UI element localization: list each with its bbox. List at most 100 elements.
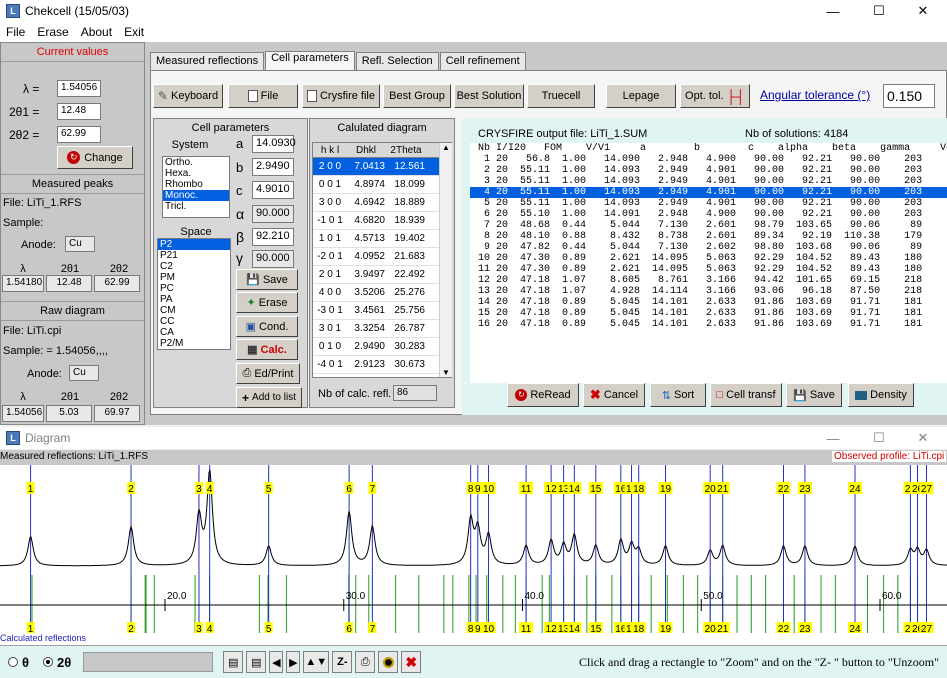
diagram-close-button[interactable]: ✕	[900, 427, 946, 449]
theta2-input[interactable]: 62.99	[57, 126, 101, 143]
calc-table-row[interactable]: 4 0 0 3.5206 25.276	[313, 284, 451, 302]
lepage-button[interactable]: Lepage	[606, 84, 676, 108]
system-list[interactable]: Ortho. Hexa. Rhombo Monoc. Tricl.	[162, 156, 230, 218]
lambda-input[interactable]: 1.54056	[57, 80, 101, 97]
crysfire-row[interactable]: 13 20 47.18 1.07 4.928 14.114 3.166 93.0…	[470, 286, 947, 297]
space-group-option[interactable]: CM	[158, 305, 230, 316]
diagram-svg[interactable]: 20.0 30.0 40.0 50.0 60.011223344556677889910…	[0, 465, 947, 633]
calc-table-row[interactable]: -3 0 1 3.4561 25.756	[313, 302, 451, 320]
calc-table-row[interactable]: 1 0 1 4.5713 19.402	[313, 230, 451, 248]
cancel-button[interactable]: ✖ Cancel	[583, 383, 645, 407]
tab-refl-selection[interactable]: Refl. Selection	[355, 52, 439, 70]
b-input[interactable]: 2.9490	[252, 158, 294, 176]
menu-erase[interactable]: Erase	[31, 25, 74, 39]
change-button[interactable]: ↻ Change	[57, 146, 133, 169]
cell-transf-button[interactable]: □ Cell transf	[710, 383, 782, 407]
alpha-input[interactable]: 90.000	[252, 205, 294, 223]
crysfire-list[interactable]: Nb I/I20 FOM V/V1 a b c alpha beta gamma…	[470, 143, 947, 383]
system-option[interactable]: Monoc.	[163, 190, 229, 201]
calc-table-row[interactable]: 3 0 0 4.6942 18.889	[313, 194, 451, 212]
crysfire-row[interactable]: 6 20 55.10 1.00 14.091 2.948 4.900 90.00…	[470, 209, 947, 220]
system-option[interactable]: Ortho.	[163, 157, 229, 168]
diagram-plot-area[interactable]: 20.0 30.0 40.0 50.0 60.0 1 1 2 2 3 3 4 4 5 5 6 6 7 7 8 8 9 9 10…	[0, 465, 947, 633]
opt-tol-button[interactable]: Opt. tol. ├┤	[680, 84, 750, 108]
space-group-option[interactable]: PA	[158, 294, 230, 305]
zoom-out-button[interactable]: Z-	[332, 651, 353, 673]
diagram-file-icon[interactable]: ▤	[223, 651, 244, 673]
file-button[interactable]: File	[228, 84, 298, 108]
space-group-option[interactable]: P21	[158, 250, 230, 261]
measured-anode-field[interactable]: Cu	[65, 236, 95, 252]
diagram-print-preview-icon[interactable]: ▤	[246, 651, 267, 673]
diagram-close-icon[interactable]: ✖	[401, 651, 422, 673]
menu-file[interactable]: File	[0, 25, 31, 39]
calc-table-scrollbar[interactable]: ▲ ▼	[439, 143, 452, 377]
crysfire-row[interactable]: 9 20 47.82 0.44 5.044 7.130 2.602 98.80 …	[470, 242, 947, 253]
system-option[interactable]: Rhombo	[163, 179, 229, 190]
system-option[interactable]: Hexa.	[163, 168, 229, 179]
calc-table-row[interactable]: -1 0 1 4.6820 18.939	[313, 212, 451, 230]
angular-tolerance-input[interactable]: 0.150	[883, 84, 935, 108]
beta-input[interactable]: 92.210	[252, 228, 294, 246]
space-group-option[interactable]: CC	[158, 316, 230, 327]
arrow-right-icon[interactable]: ▶	[286, 651, 301, 673]
theta1-input[interactable]: 12.48	[57, 103, 101, 120]
crysfire-row[interactable]: 5 20 55.11 1.00 14.093 2.949 4.901 90.00…	[470, 198, 947, 209]
calc-table-row[interactable]: -2 0 1 4.0952 21.683	[313, 248, 451, 266]
crysfire-row[interactable]: 10 20 47.30 0.89 2.621 14.095 5.063 92.2…	[470, 253, 947, 264]
calc-table-row[interactable]: 2 0 0 7.0413 12.561	[313, 158, 451, 176]
cell-edprint-button[interactable]: ⎙ Ed/Print	[236, 363, 300, 384]
scroll-up-icon[interactable]: ▲	[440, 143, 452, 152]
diagram-maximize-button[interactable]: ☐	[856, 427, 902, 449]
cell-addlist-button[interactable]: + Add to list	[236, 387, 302, 408]
twotheta-radio[interactable]	[43, 657, 54, 667]
best-group-button[interactable]: Best Group	[383, 84, 451, 108]
crysfire-row[interactable]: 14 20 47.18 0.89 5.045 14.101 2.633 91.8…	[470, 297, 947, 308]
tab-cell-refinement[interactable]: Cell refinement	[439, 52, 526, 70]
crysfire-file-button[interactable]: Crysfire file	[302, 84, 380, 108]
raw-anode-field[interactable]: Cu	[69, 365, 99, 381]
truecell-button[interactable]: Truecell	[527, 84, 595, 108]
scroll-down-icon[interactable]: ▼	[440, 368, 452, 377]
theta-radio[interactable]	[8, 657, 18, 667]
calc-table-row[interactable]: 2 0 1 3.9497 22.492	[313, 266, 451, 284]
space-group-option[interactable]: PM	[158, 272, 230, 283]
calc-table-row[interactable]: 0 0 1 4.8974 18.099	[313, 176, 451, 194]
density-button[interactable]: Density	[848, 383, 914, 407]
scale-updown-icon[interactable]: ▲▼	[303, 651, 330, 673]
reread-button[interactable]: ↻ ReRead	[507, 383, 579, 407]
menu-about[interactable]: About	[75, 25, 118, 39]
keyboard-button[interactable]: ✎ Keyboard	[153, 84, 223, 108]
cell-save-button[interactable]: 💾 Save	[236, 269, 298, 290]
diagram-minimize-button[interactable]: —	[810, 427, 856, 449]
space-group-option[interactable]: PC	[158, 283, 230, 294]
tab-cell-parameters[interactable]: Cell parameters	[265, 51, 355, 70]
gamma-input[interactable]: 90.000	[252, 250, 294, 268]
best-solution-button[interactable]: Best Solution	[454, 84, 524, 108]
minimize-button[interactable]: —	[810, 0, 856, 22]
crysfire-save-button[interactable]: 💾 Save	[786, 383, 842, 407]
crysfire-row[interactable]: 15 20 47.18 0.89 5.045 14.101 2.633 91.8…	[470, 308, 947, 319]
cell-erase-button[interactable]: ✦ Erase	[236, 292, 298, 313]
record-icon[interactable]	[378, 651, 399, 673]
maximize-button[interactable]: ☐	[856, 0, 902, 22]
space-group-list[interactable]: P2 P21 C2 PM PC PA CM CC CA P2/M	[157, 238, 231, 350]
tab-measured-reflections[interactable]: Measured reflections	[150, 52, 265, 70]
calc-table-row[interactable]: 0 1 0 2.9490 30.283	[313, 338, 451, 356]
crysfire-row[interactable]: 7 20 48.68 0.44 5.044 7.130 2.601 98.79 …	[470, 220, 947, 231]
calc-table-row[interactable]: -4 0 1 2.9123 30.673	[313, 356, 451, 374]
space-group-option[interactable]: P2	[158, 239, 230, 250]
crysfire-row[interactable]: 16 20 47.18 0.89 5.045 14.101 2.633 91.8…	[470, 319, 947, 330]
a-input[interactable]: 14.0930	[252, 135, 296, 153]
menu-exit[interactable]: Exit	[118, 25, 150, 39]
arrow-left-icon[interactable]: ◀	[269, 651, 284, 673]
system-option[interactable]: Tricl.	[163, 201, 229, 212]
c-input[interactable]: 4.9010	[252, 181, 294, 199]
crysfire-row[interactable]: 12 20 47.18 1.07 8.605 8.761 3.166 94.42…	[470, 275, 947, 286]
crysfire-row[interactable]: 3 20 55.11 1.00 14.093 2.949 4.901 90.00…	[470, 176, 947, 187]
crysfire-row[interactable]: 1 20 56.8 1.00 14.090 2.948 4.900 90.00 …	[470, 154, 947, 165]
cell-cond-button[interactable]: ▣ Cond.	[236, 316, 298, 337]
sort-button[interactable]: ⇅ Sort	[650, 383, 706, 407]
space-group-option[interactable]: C2	[158, 261, 230, 272]
crysfire-row[interactable]: 8 20 48.10 0.88 8.432 8.738 2.601 89.34 …	[470, 231, 947, 242]
